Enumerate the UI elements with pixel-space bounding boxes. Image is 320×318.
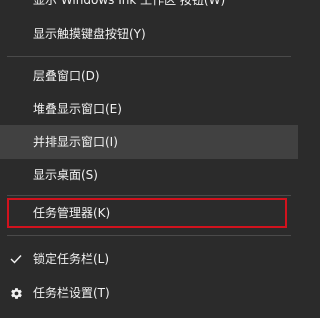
menu-item-label: 显示 Windows Ink 工作区 按钮(W) [33, 0, 226, 7]
menu-item-windows-ink-button[interactable]: 显示 Windows Ink 工作区 按钮(W) [0, 0, 298, 17]
menu-item-label: 显示桌面(S) [33, 168, 98, 182]
menu-item-label: 层叠窗口(D) [33, 69, 100, 83]
menu-item-side-by-side-windows[interactable]: 并排显示窗口(I) [0, 125, 298, 159]
menu-item-touch-keyboard-button[interactable]: 显示触摸键盘按钮(Y) [0, 17, 298, 51]
checkmark-icon [9, 242, 23, 276]
menu-separator [7, 235, 291, 236]
menu-item-label: 锁定任务栏(L) [33, 252, 110, 266]
gear-icon [9, 276, 23, 310]
menu-item-label: 显示触摸键盘按钮(Y) [33, 27, 146, 41]
menu-separator [7, 56, 291, 57]
highlight-box [7, 198, 287, 228]
menu-item-label: 堆叠显示窗口(E) [33, 102, 122, 116]
menu-item-lock-taskbar[interactable]: 锁定任务栏(L) [0, 242, 298, 276]
taskbar-context-menu: 显示 Windows Ink 工作区 按钮(W) 显示触摸键盘按钮(Y) 层叠窗… [0, 0, 298, 318]
menu-item-label: 任务栏设置(T) [33, 286, 110, 300]
menu-item-taskbar-settings[interactable]: 任务栏设置(T) [0, 276, 298, 310]
menu-item-label: 并排显示窗口(I) [33, 135, 118, 149]
menu-item-stack-windows[interactable]: 堆叠显示窗口(E) [0, 92, 298, 126]
menu-item-show-desktop[interactable]: 显示桌面(S) [0, 158, 298, 192]
menu-item-cascade-windows[interactable]: 层叠窗口(D) [0, 59, 298, 93]
